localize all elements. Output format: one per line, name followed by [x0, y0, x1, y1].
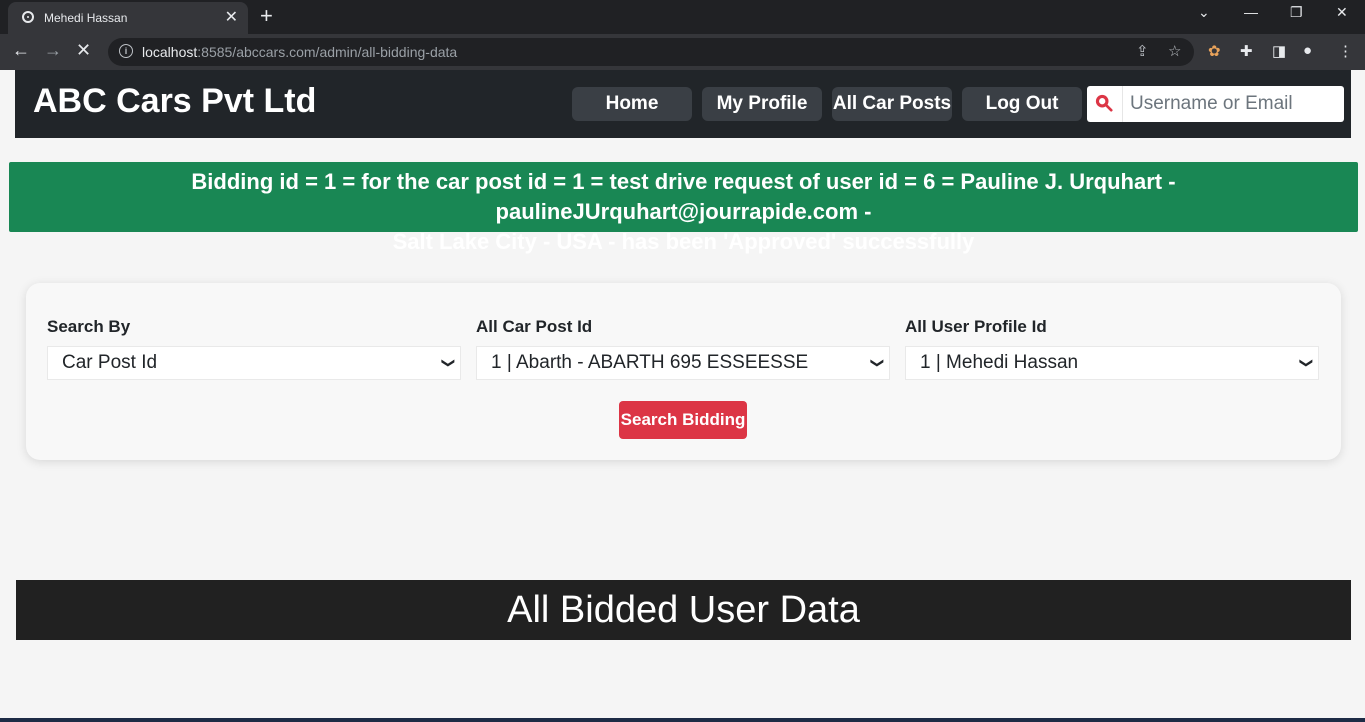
user-profile-id-value: 1 | Mehedi Hassan	[920, 352, 1079, 373]
nav-my-profile-button[interactable]: My Profile	[702, 87, 822, 121]
profile-avatar-icon[interactable]: ●	[1303, 42, 1312, 59]
search-by-select[interactable]: Car Post Id ❯	[47, 346, 461, 380]
cookie-extension-icon[interactable]: ✿	[1208, 42, 1221, 60]
user-profile-id-label: All User Profile Id	[905, 317, 1047, 336]
chevron-down-icon: ❯	[1299, 357, 1315, 369]
forward-icon[interactable]: →	[44, 40, 62, 61]
share-icon[interactable]: ⇪	[1136, 42, 1149, 60]
search-by-value: Car Post Id	[62, 352, 158, 373]
site-info-icon[interactable]: i	[119, 44, 133, 58]
side-panel-icon[interactable]: ◨	[1272, 42, 1286, 60]
browser-menu-icon[interactable]: ⋮	[1338, 42, 1353, 60]
success-alert: Bidding id = 1 = for the car post id = 1…	[9, 162, 1358, 254]
site-navbar: ABC Cars Pvt Ltd Home My Profile All Car…	[15, 70, 1351, 138]
close-tab-icon[interactable]: ✕	[225, 7, 238, 27]
user-search-box	[1087, 86, 1344, 122]
search-bidding-button[interactable]: Search Bidding	[619, 401, 747, 439]
car-post-id-value: 1 | Abarth - ABARTH 695 ESSEESSE	[491, 352, 809, 373]
new-tab-icon[interactable]: +	[260, 3, 273, 29]
address-bar[interactable]: i localhost:8585/abccars.com/admin/all-b…	[108, 38, 1194, 66]
back-icon[interactable]: ←	[12, 40, 30, 61]
minimize-icon[interactable]: —	[1244, 4, 1258, 20]
restore-icon[interactable]: ❐	[1290, 4, 1303, 21]
nav-home-button[interactable]: Home	[572, 87, 692, 121]
stop-loading-icon[interactable]: ✕	[76, 40, 91, 61]
browser-tab[interactable]: Mehedi Hassan ✕	[8, 2, 248, 34]
chevron-down-icon: ❯	[870, 357, 886, 369]
car-post-id-select[interactable]: 1 | Abarth - ABARTH 695 ESSEESSE ❯	[476, 346, 890, 380]
search-by-label: Search By	[47, 317, 131, 336]
bookmark-star-icon[interactable]: ☆	[1168, 42, 1181, 60]
search-icon[interactable]	[1095, 94, 1113, 112]
taskbar-edge	[0, 718, 1365, 722]
extensions-puzzle-icon[interactable]: ✚	[1240, 42, 1253, 60]
nav-log-out-button[interactable]: Log Out	[962, 87, 1082, 121]
section-title: All Bidded User Data	[16, 580, 1351, 640]
chevron-down-icon: ❯	[441, 357, 457, 369]
search-input[interactable]	[1122, 86, 1337, 122]
alert-line-1: Bidding id = 1 = for the car post id = 1…	[191, 169, 1176, 224]
brand-logo[interactable]: ABC Cars Pvt Ltd	[33, 82, 316, 121]
browser-tab-bar: Mehedi Hassan ✕ + ⌄ — ❐ ✕	[0, 0, 1365, 34]
user-profile-id-select[interactable]: 1 | Mehedi Hassan ❯	[905, 346, 1319, 380]
browser-toolbar: ← → ✕ i localhost:8585/abccars.com/admin…	[0, 34, 1365, 70]
window-close-icon[interactable]: ✕	[1336, 4, 1348, 21]
loading-favicon-icon	[22, 11, 34, 23]
url-text: localhost:8585/abccars.com/admin/all-bid…	[142, 44, 458, 60]
tab-title: Mehedi Hassan	[44, 11, 128, 25]
car-post-id-label: All Car Post Id	[476, 317, 593, 336]
nav-all-car-posts-button[interactable]: All Car Posts	[832, 87, 952, 121]
bidding-search-card: Search By Car Post Id ❯ All Car Post Id …	[26, 283, 1341, 460]
alert-line-2: Salt Lake City - USA - has been 'Approve…	[392, 229, 975, 254]
tab-search-icon[interactable]: ⌄	[1198, 4, 1210, 21]
